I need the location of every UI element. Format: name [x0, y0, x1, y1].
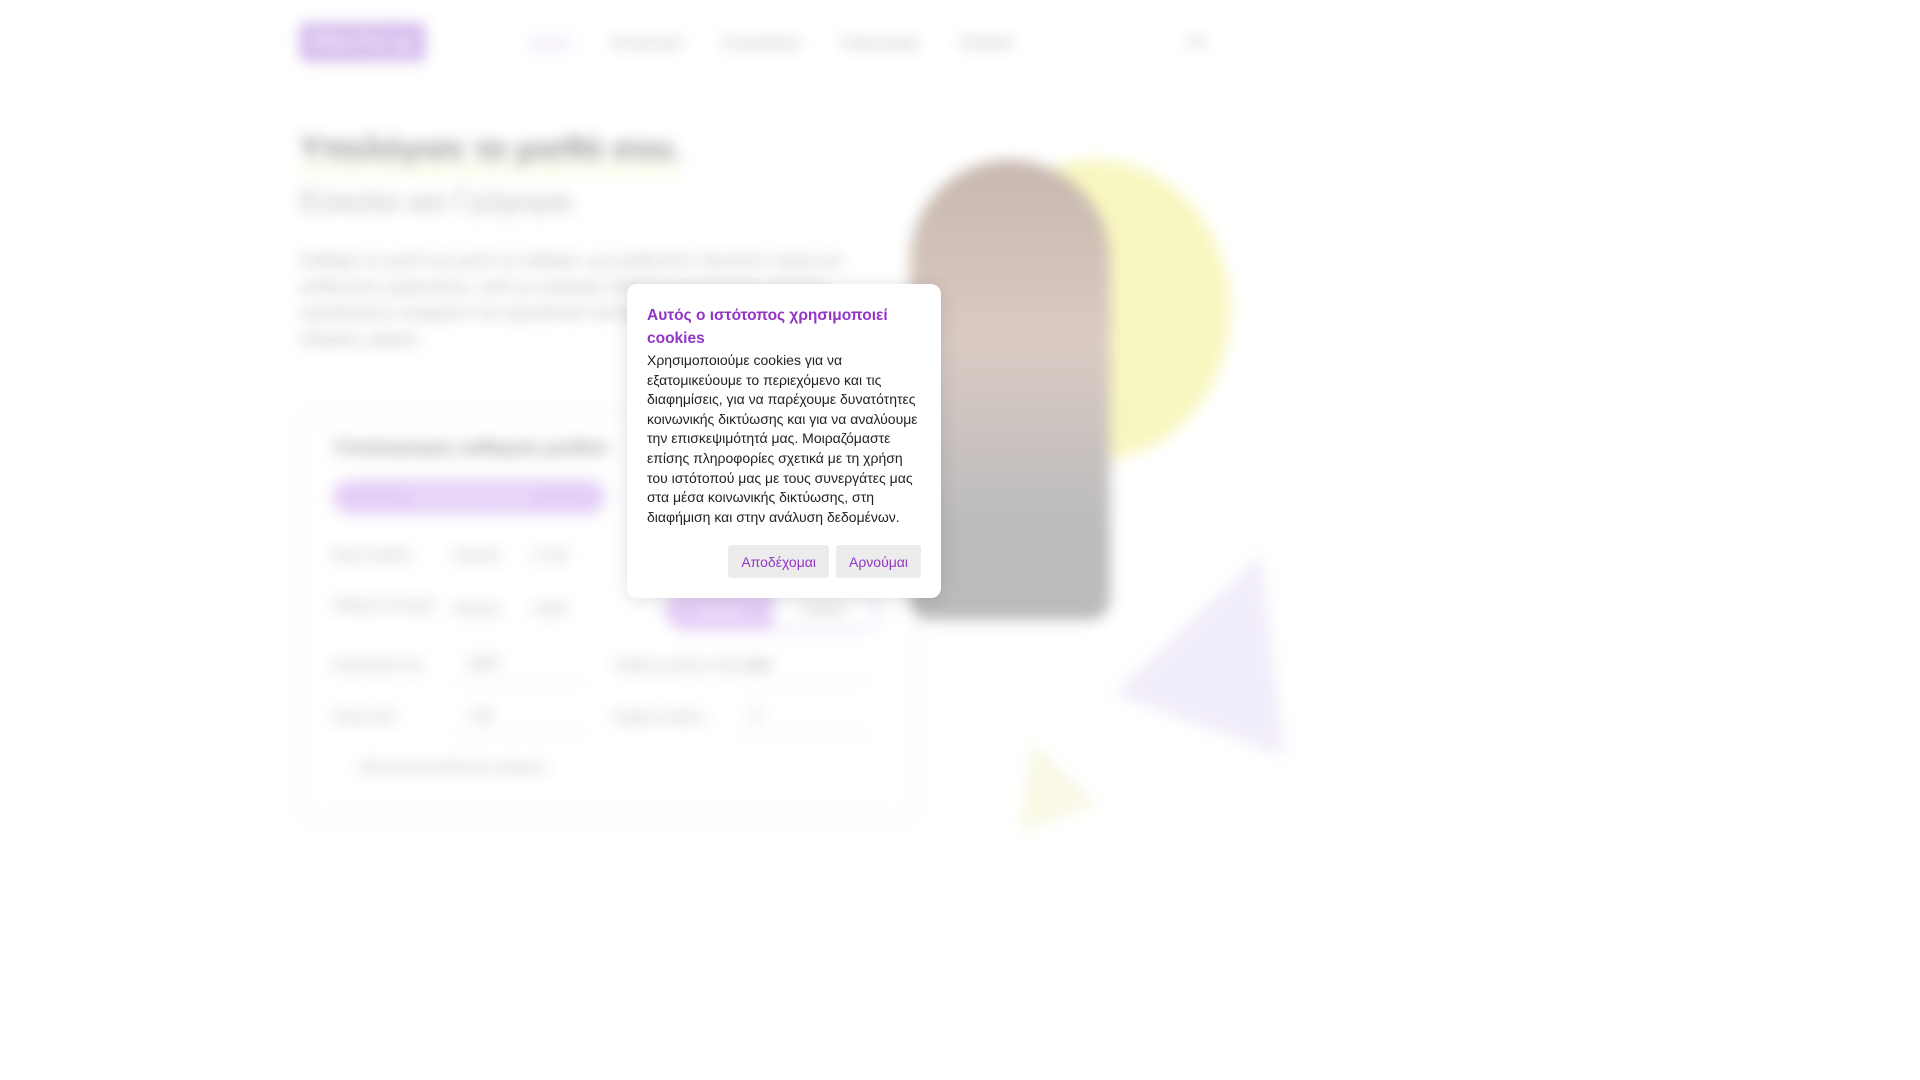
cookie-consent-dialog: Αυτός ο ιστότοπος χρησιμοποιεί cookies Χ… [627, 284, 941, 598]
cookie-dialog-title: Αυτός ο ιστότοπος χρησιμοποιεί cookies [647, 307, 888, 347]
accept-cookies-button[interactable]: Αποδέχομαι [728, 545, 829, 578]
reject-cookies-button[interactable]: Αρνούμαι [835, 545, 921, 578]
cookie-dialog-body: Χρησιμοποιούμε cookies για να εξατομικεύ… [647, 352, 918, 525]
cookie-dialog-actions: Αποδέχομαι Αρνούμαι [728, 545, 921, 578]
